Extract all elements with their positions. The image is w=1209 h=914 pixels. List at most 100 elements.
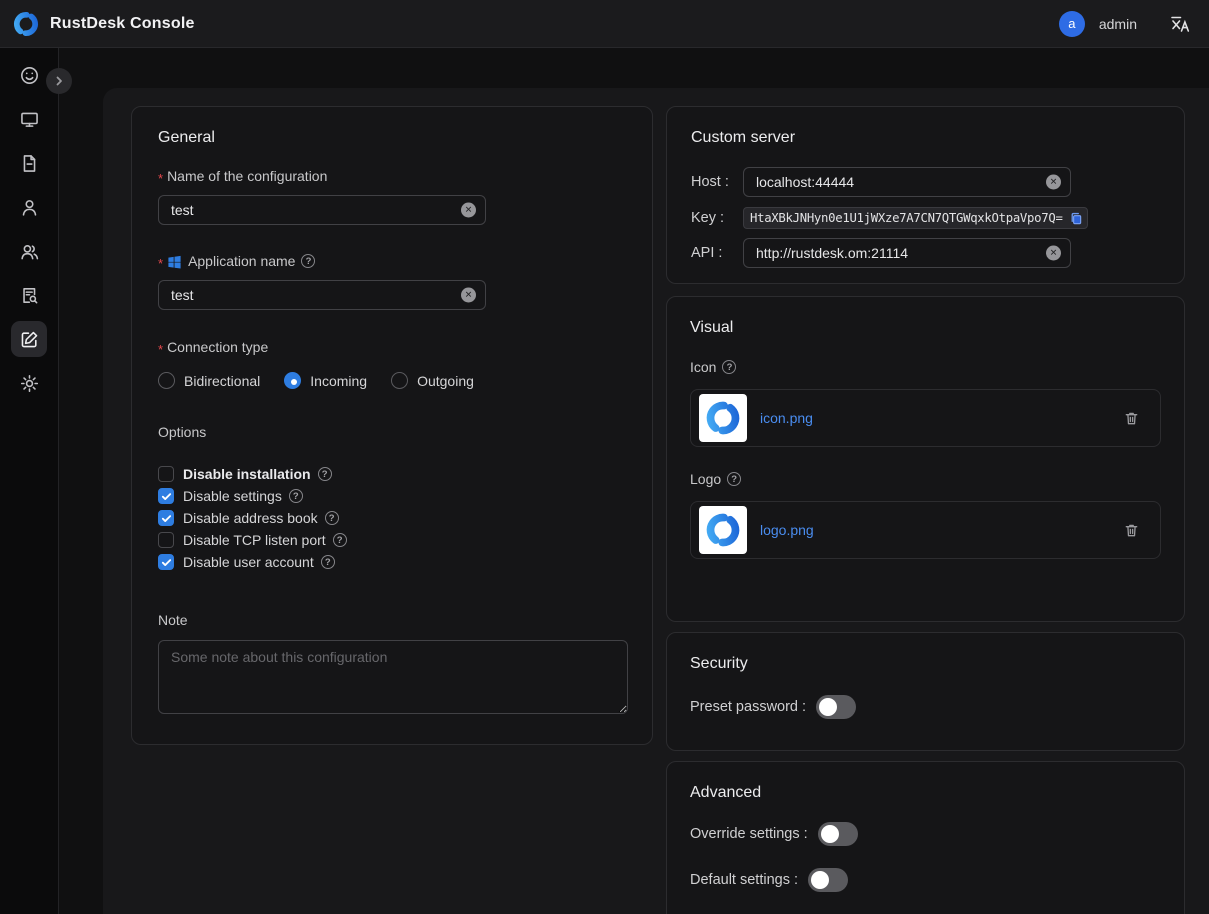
required-asterisk: * [158,171,163,186]
help-icon[interactable]: ? [301,254,315,268]
default-settings-toggle[interactable] [808,868,848,892]
name-input-field[interactable] [159,202,485,218]
general-title: General [158,129,626,147]
radio-incoming[interactable]: Incoming [284,372,367,389]
sidebar-collapse-button[interactable] [46,68,72,94]
rustdesk-logo-icon [704,511,742,549]
name-input[interactable]: ✕ [158,195,486,225]
rustdesk-logo-icon [704,399,742,437]
gear-icon [19,373,40,394]
sidebar-item-settings[interactable] [11,365,47,401]
clear-icon[interactable]: ✕ [461,203,476,218]
checkbox-icon[interactable] [158,488,174,504]
host-input-field[interactable] [744,174,1070,190]
advanced-card: Advanced Override settings : Default set… [666,761,1185,914]
option-disable-settings[interactable]: Disable settings ? [158,485,626,507]
preset-password-toggle[interactable] [816,695,856,719]
radio-icon[interactable] [284,372,301,389]
sidebar-item-groups[interactable] [11,233,47,269]
icon-upload-label: Icon? [690,359,1161,375]
sidebar-item-documents[interactable] [11,145,47,181]
content-panel: General * Name of the configuration ✕ * … [103,88,1209,914]
key-label: Key : [691,210,743,226]
options-list: Disable installation ? Disable settings … [158,463,626,573]
clear-icon[interactable]: ✕ [1046,175,1061,190]
override-settings-label: Override settings : [690,826,808,842]
sidebar [0,48,59,914]
name-field-label: * Name of the configuration [158,168,626,184]
app-title: RustDesk Console [50,15,195,33]
help-icon[interactable]: ? [722,360,736,374]
radio-icon[interactable] [158,372,175,389]
override-settings-toggle[interactable] [818,822,858,846]
advanced-title: Advanced [690,784,1161,802]
logo-file-link[interactable]: logo.png [760,522,814,538]
sidebar-item-configurations[interactable] [11,321,47,357]
username: admin [1099,16,1137,32]
api-input[interactable]: ✕ [743,238,1071,268]
radio-bidirectional[interactable]: Bidirectional [158,372,260,389]
required-asterisk: * [158,256,163,271]
help-icon[interactable]: ? [289,489,303,503]
help-icon[interactable]: ? [727,472,741,486]
preset-password-label: Preset password : [690,699,806,715]
default-settings-label: Default settings : [690,872,798,888]
copy-icon[interactable] [1068,211,1083,226]
help-icon[interactable]: ? [333,533,347,547]
key-field: HtaXBkJNHyn0e1U1jWXze7A7CN7QTGWqxkOtpaVp… [743,207,1088,229]
chevron-right-icon [53,75,65,87]
note-textarea[interactable] [158,640,628,714]
radio-outgoing[interactable]: Outgoing [391,372,474,389]
checkbox-icon[interactable] [158,510,174,526]
checkbox-icon[interactable] [158,554,174,570]
logo-thumbnail [699,506,747,554]
custom-server-card: Custom server Host : ✕ Key : HtaXBkJNHyn… [666,106,1185,284]
checkbox-icon[interactable] [158,466,174,482]
option-disable-tcp-listen-port[interactable]: Disable TCP listen port ? [158,529,626,551]
visual-card: Visual Icon? icon.png Logo? [666,296,1185,622]
sidebar-item-dashboard[interactable] [11,57,47,93]
general-card: General * Name of the configuration ✕ * … [131,106,653,745]
radio-icon[interactable] [391,372,408,389]
app-name-input[interactable]: ✕ [158,280,486,310]
option-disable-user-account[interactable]: Disable user account ? [158,551,626,573]
clear-icon[interactable]: ✕ [1046,246,1061,261]
clear-icon[interactable]: ✕ [461,288,476,303]
security-card: Security Preset password : [666,632,1185,751]
security-title: Security [690,655,1161,673]
host-input[interactable]: ✕ [743,167,1071,197]
brand: RustDesk Console [12,10,195,38]
logo-upload-label: Logo? [690,471,1161,487]
note-label: Note [158,612,626,628]
icon-upload-row: icon.png [690,389,1161,447]
connection-type-group: Bidirectional Incoming Outgoing [158,372,626,389]
sidebar-item-users[interactable] [11,189,47,225]
trash-icon[interactable] [1123,410,1140,427]
api-label: API : [691,245,743,261]
options-label: Options [158,424,626,440]
app-name-label: * Application name ? [158,253,626,269]
avatar-initial: a [1068,16,1075,31]
help-icon[interactable]: ? [325,511,339,525]
option-disable-address-book[interactable]: Disable address book ? [158,507,626,529]
checkbox-icon[interactable] [158,532,174,548]
required-asterisk: * [158,342,163,357]
translate-icon[interactable] [1169,13,1191,35]
monitor-icon [19,109,40,130]
app-name-input-field[interactable] [159,287,485,303]
icon-thumbnail [699,394,747,442]
sidebar-item-devices[interactable] [11,101,47,137]
option-disable-installation[interactable]: Disable installation ? [158,463,626,485]
api-input-field[interactable] [744,245,1070,261]
key-value: HtaXBkJNHyn0e1U1jWXze7A7CN7QTGWqxkOtpaVp… [750,211,1068,225]
edit-icon [19,329,40,350]
app-header: RustDesk Console a admin [0,0,1209,48]
rustdesk-logo-icon [12,10,40,38]
icon-file-link[interactable]: icon.png [760,410,813,426]
sidebar-item-audit[interactable] [11,277,47,313]
help-icon[interactable]: ? [321,555,335,569]
user-avatar[interactable]: a [1059,11,1085,37]
logo-upload-row: logo.png [690,501,1161,559]
help-icon[interactable]: ? [318,467,332,481]
trash-icon[interactable] [1123,522,1140,539]
